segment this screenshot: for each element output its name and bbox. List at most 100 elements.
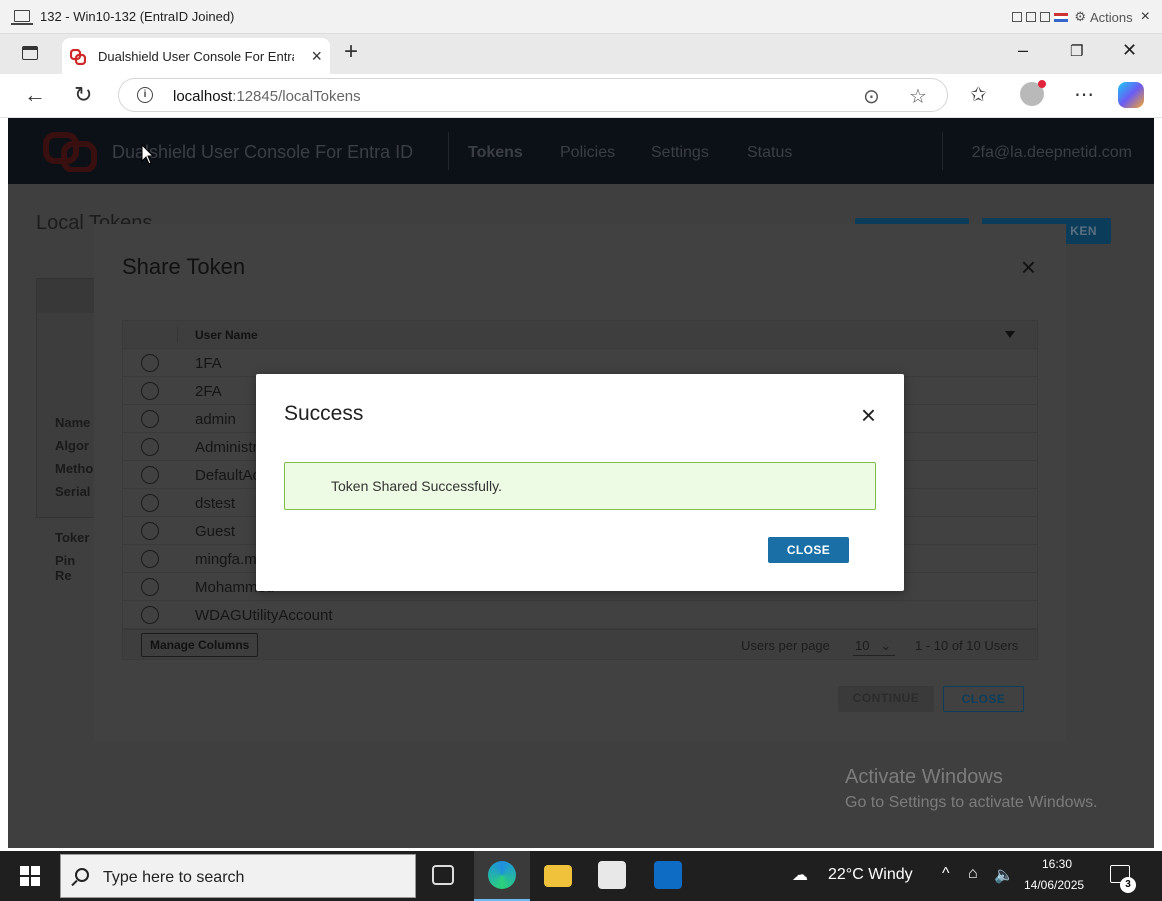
mouse-cursor-icon — [141, 144, 155, 165]
grid-footer: Manage Columns Users per page 10 ⌄ 1 - 1… — [123, 629, 1037, 659]
row-radio[interactable] — [141, 438, 159, 456]
favorite-star-icon[interactable]: ☆ — [909, 84, 927, 109]
row-username: 1FA — [195, 355, 222, 372]
address-bar-row: ← ↻ i localhost:12845/localTokens ⊙ ☆ ✩ … — [0, 74, 1162, 118]
windows-start-icon[interactable] — [20, 866, 40, 886]
taskbar: Type here to search ☁ 22°C Windy ^ ⌂ 🔈 1… — [0, 851, 1162, 901]
continue-button[interactable]: CONTINUE — [838, 686, 934, 712]
restore-icon[interactable]: ❐ — [1070, 42, 1083, 60]
card-header — [37, 279, 95, 313]
column-header-username[interactable]: User Name — [195, 328, 258, 342]
column-divider — [177, 327, 178, 343]
refresh-icon[interactable]: ↻ — [74, 82, 92, 108]
nav-settings[interactable]: Settings — [651, 144, 709, 162]
card-label-algorithm: Algor — [55, 438, 89, 453]
site-info-icon[interactable]: i — [137, 87, 153, 103]
back-arrow-icon[interactable]: ← — [24, 82, 46, 108]
copilot-icon[interactable] — [1118, 82, 1144, 108]
reader-more-icon[interactable]: ⊙ — [863, 84, 880, 109]
users-per-page-select[interactable]: 10 ⌄ — [853, 638, 896, 656]
nav-policies[interactable]: Policies — [560, 144, 615, 162]
more-options-icon[interactable]: ⋯ — [1074, 82, 1094, 107]
row-username: Guest — [195, 523, 236, 540]
tab-actions-icon[interactable] — [22, 46, 38, 60]
share-modal-close-icon[interactable]: × — [1021, 252, 1036, 283]
share-close-button[interactable]: CLOSE — [943, 686, 1024, 712]
row-radio[interactable] — [141, 466, 159, 484]
clock-date[interactable]: 14/06/2025 — [1024, 878, 1084, 892]
task-view-icon[interactable] — [432, 865, 454, 885]
vm-controls: ⚙ Actions × — [1012, 8, 1150, 26]
vm-title-bar: 132 - Win10-132 (EntraID Joined) ⚙ Actio… — [0, 0, 1162, 34]
chevron-up-icon[interactable]: ^ — [942, 865, 950, 883]
card-label-method: Metho — [55, 461, 94, 476]
nav-divider — [942, 132, 943, 170]
dualshield-favicon-icon — [70, 49, 86, 65]
row-username: admin — [195, 411, 236, 428]
nav-divider — [448, 132, 449, 170]
vm-view-icon-3[interactable] — [1040, 12, 1051, 22]
row-radio[interactable] — [141, 578, 159, 596]
tab-dualshield[interactable]: Dualshield User Console For Entra ID × — [62, 38, 330, 74]
success-dialog: Success × Token Shared Successfully. CLO… — [256, 374, 904, 591]
row-radio[interactable] — [141, 354, 159, 372]
table-row[interactable]: 1FA — [123, 349, 1037, 377]
row-radio[interactable] — [141, 494, 159, 512]
row-radio[interactable] — [141, 606, 159, 624]
vm-close-icon[interactable]: × — [1141, 8, 1150, 26]
success-message: Token Shared Successfully. — [331, 478, 502, 494]
vm-monitor-icon — [11, 10, 33, 25]
grid-header: User Name — [123, 321, 1037, 349]
filter-icon[interactable] — [1005, 331, 1015, 338]
address-bar[interactable]: i localhost:12845/localTokens ⊙ ☆ — [118, 78, 948, 112]
table-row[interactable]: WDAGUtilityAccount — [123, 601, 1037, 629]
vm-view-icon-1[interactable] — [1012, 12, 1023, 22]
notification-count-badge: 3 — [1120, 877, 1136, 893]
row-radio[interactable] — [141, 522, 159, 540]
app-brand-title: Dualshield User Console For Entra ID — [112, 142, 414, 162]
card-label-token: Toker — [55, 530, 90, 545]
row-radio[interactable] — [141, 550, 159, 568]
card-label-pin: Pin Re — [55, 553, 76, 583]
window-close-icon[interactable]: ✕ — [1122, 40, 1137, 61]
outlook-icon[interactable] — [654, 861, 682, 889]
token-details-card: Name Algor Metho Serial Toker Pin Re — [36, 278, 96, 583]
favorites-icon[interactable]: ✩ — [970, 82, 987, 107]
vm-title: 132 - Win10-132 (EntraID Joined) — [40, 9, 235, 24]
success-close-icon[interactable]: × — [861, 400, 876, 431]
file-explorer-icon[interactable] — [544, 865, 572, 887]
row-radio[interactable] — [141, 382, 159, 400]
search-icon — [75, 868, 89, 882]
taskbar-search-box[interactable]: Type here to search — [60, 854, 416, 898]
row-radio[interactable] — [141, 410, 159, 428]
vm-actions-menu[interactable]: Actions — [1090, 10, 1133, 25]
vm-view-icon-2[interactable] — [1026, 12, 1037, 22]
weather-icon[interactable]: ☁ — [792, 865, 808, 885]
profile-avatar[interactable] — [1020, 80, 1046, 106]
nav-tokens[interactable]: Tokens — [468, 144, 523, 162]
edge-icon[interactable] — [488, 861, 516, 889]
new-tab-button[interactable]: + — [344, 38, 358, 66]
manage-columns-button[interactable]: Manage Columns — [141, 633, 259, 657]
activate-windows-subtitle: Go to Settings to activate Windows. — [845, 794, 1098, 811]
card-label-serial: Serial — [55, 484, 91, 499]
keyboard-flag-icon[interactable] — [1054, 12, 1069, 22]
weather-text[interactable]: 22°C Windy — [828, 866, 913, 884]
success-close-button[interactable]: CLOSE — [768, 537, 849, 563]
row-username: dstest — [195, 495, 236, 512]
nav-status[interactable]: Status — [747, 144, 792, 162]
network-icon[interactable]: ⌂ — [968, 865, 978, 883]
tab-title: Dualshield User Console For Entra ID — [98, 49, 294, 64]
store-icon[interactable] — [598, 861, 626, 889]
gear-icon[interactable]: ⚙ — [1074, 9, 1086, 25]
user-email[interactable]: 2fa@la.deepnetid.com — [972, 144, 1132, 162]
chevron-down-icon: ⌄ — [880, 638, 892, 653]
minimize-icon[interactable]: – — [1018, 40, 1028, 61]
pagination-range: 1 - 10 of 10 Users — [915, 638, 1019, 653]
volume-muted-icon[interactable]: 🔈 — [994, 865, 1014, 885]
clock-time[interactable]: 16:30 — [1042, 857, 1072, 871]
tab-close-icon[interactable]: × — [311, 46, 322, 67]
success-title: Success — [284, 402, 364, 425]
url-text[interactable]: localhost:12845/localTokens — [173, 88, 361, 105]
search-placeholder: Type here to search — [103, 869, 245, 886]
